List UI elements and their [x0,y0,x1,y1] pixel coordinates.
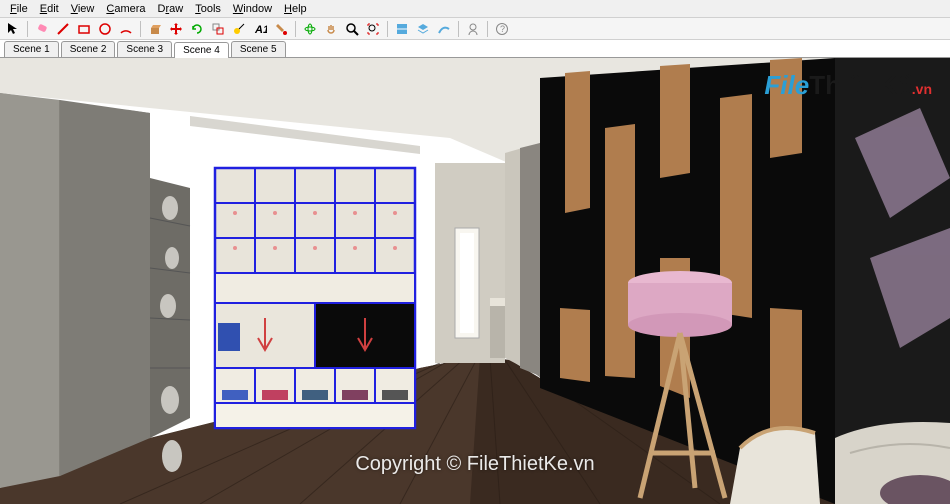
menu-file[interactable]: File [4,3,34,15]
scene-tab-5[interactable]: Scene 5 [231,41,286,57]
circle-tool[interactable] [96,20,114,38]
menu-camera[interactable]: Camera [100,3,151,15]
text-tool[interactable]: A1 [251,20,269,38]
menu-help[interactable]: Help [278,3,313,15]
svg-text:A1: A1 [254,24,267,36]
select-tool[interactable] [4,20,22,38]
selected-shelf[interactable] [215,168,415,428]
toolbar-separator [458,21,459,37]
logo-part2: Thiết Kế [809,70,912,100]
rect-tool[interactable] [75,20,93,38]
logo-part1: File [764,70,809,100]
menu-view[interactable]: View [65,3,101,15]
style-tool[interactable] [435,20,453,38]
tape-tool[interactable] [230,20,248,38]
scale-tool[interactable] [209,20,227,38]
line-tool[interactable] [54,20,72,38]
section-tool[interactable] [393,20,411,38]
move-tool[interactable] [167,20,185,38]
help-tool[interactable]: ? [493,20,511,38]
toolbar-separator [387,21,388,37]
orbit-tool[interactable] [301,20,319,38]
eraser-tool[interactable] [33,20,51,38]
pushpull-tool[interactable] [146,20,164,38]
menu-edit[interactable]: Edit [34,3,65,15]
menu-tools[interactable]: Tools [189,3,227,15]
scene-tab-4[interactable]: Scene 4 [174,42,229,58]
zoom-extents-tool[interactable] [364,20,382,38]
scene-tabs: Scene 1 Scene 2 Scene 3 Scene 4 Scene 5 [0,40,950,58]
menu-window[interactable]: Window [227,3,278,15]
menu-bar: File Edit View Camera Draw Tools Window … [0,0,950,18]
scene-tab-2[interactable]: Scene 2 [61,41,116,57]
menu-draw[interactable]: Draw [152,3,190,15]
watermark-logo: FileThiết Kế.vn [764,70,932,101]
zoom-tool[interactable] [343,20,361,38]
toolbar-separator [295,21,296,37]
rotate-tool[interactable] [188,20,206,38]
toolbar-separator [27,21,28,37]
layer-tool[interactable] [414,20,432,38]
scene-tab-3[interactable]: Scene 3 [117,41,172,57]
watermark-copyright: Copyright © FileThietKe.vn [355,453,594,476]
arc-tool[interactable] [117,20,135,38]
scene-tab-1[interactable]: Scene 1 [4,41,59,57]
profile-tool[interactable] [464,20,482,38]
svg-text:?: ? [500,24,505,34]
paint-tool[interactable] [272,20,290,38]
toolbar: A1 ? [0,18,950,40]
pan-tool[interactable] [322,20,340,38]
toolbar-separator [487,21,488,37]
viewport-3d[interactable]: FileThiết Kế.vn Copyright © FileThietKe.… [0,58,950,504]
toolbar-separator [140,21,141,37]
logo-part3: .vn [912,81,932,97]
